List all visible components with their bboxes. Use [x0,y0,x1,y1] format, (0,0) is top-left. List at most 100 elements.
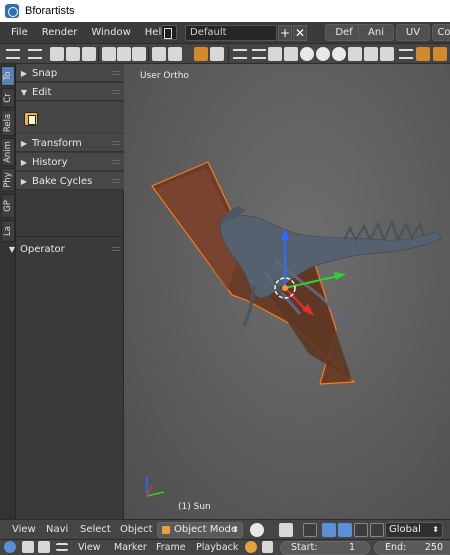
menu-frame[interactable]: Frame [156,540,186,555]
join-tool-icon[interactable] [24,112,38,126]
render-icon[interactable] [194,47,208,61]
translate-icon[interactable] [322,523,336,537]
grid-icon[interactable] [380,47,394,61]
cone-icon[interactable] [348,47,362,61]
tab-grease-pencil[interactable]: GP [1,194,15,218]
scene-svg [146,161,443,497]
panel-operator[interactable]: ▼ Operator [4,240,124,258]
clock-icon[interactable] [245,541,257,553]
start-frame-value: 1 [348,542,355,553]
editor-type-icon[interactable] [4,541,16,553]
frame-icon[interactable] [416,47,430,61]
menu-icon[interactable] [233,49,247,59]
drag-grip-icon[interactable] [112,179,120,183]
orientation-label: Global [389,524,421,535]
menu-icon[interactable] [399,49,413,59]
timeline-menu-icon[interactable] [56,543,68,551]
transform-orientation-dropdown[interactable]: Global ⬍ [385,522,443,538]
wireframe-icon[interactable] [284,47,298,61]
collapsed-triangle-icon: ▶ [20,68,28,78]
lock-icon[interactable] [262,541,273,553]
menu-navi[interactable]: Navi [46,520,68,540]
cube-icon[interactable] [268,47,282,61]
remove-layout-button[interactable]: ✕ [293,25,307,41]
panel-transform[interactable]: ▶ Transform [16,134,124,152]
panel-snap[interactable]: ▶ Snap [16,64,124,82]
workspace-tab-uv[interactable]: UV [396,24,430,41]
append-icon[interactable] [168,47,182,61]
menu-icon[interactable] [6,49,20,59]
panel-history[interactable]: ▶ History [16,153,124,171]
3d-viewport[interactable]: User Ortho (1) Sun [124,64,450,519]
folder-icon[interactable] [82,47,96,61]
tab-create[interactable]: Cr [1,88,15,108]
rotate-icon[interactable] [338,523,352,537]
shading-ball-icon[interactable] [250,523,264,537]
menu-marker[interactable]: Marker [114,540,147,555]
drag-grip-icon[interactable] [112,247,120,251]
screen-layout-field[interactable]: Default [185,25,277,41]
workspace-tab-ani[interactable]: Ani [358,24,394,41]
workspace-tab-co[interactable]: Co [432,24,450,41]
export-icon[interactable] [132,47,146,61]
panel-label-history: History [32,156,68,168]
panel-label-transform: Transform [32,137,82,149]
drag-grip-icon[interactable] [112,71,120,75]
menu-window[interactable]: Window [84,22,137,44]
drag-grip-icon[interactable] [112,160,120,164]
tab-layers[interactable]: La [1,220,15,242]
expanded-triangle-icon: ▼ [8,244,16,254]
expanded-triangle-icon: ▼ [20,87,28,97]
tab-animation[interactable]: Anim [1,138,15,166]
add-layout-button[interactable]: + [278,25,292,41]
render-animation-icon[interactable] [210,47,224,61]
scale-icon[interactable] [354,523,368,537]
end-frame-field[interactable]: End: 250 [374,541,450,555]
panel-label-bake-cycles: Bake Cycles [32,175,93,187]
tab-physics[interactable]: Phy [1,168,15,192]
operator-divider [16,236,124,237]
tab-tools[interactable]: To [1,66,15,86]
end-frame-value: 250 [424,542,443,553]
manipulator-toggle-icon[interactable] [303,523,317,537]
save-icon[interactable] [102,47,116,61]
menu-render[interactable]: Render [35,22,85,44]
tab-relations[interactable]: Rela [1,110,15,136]
camera-icon[interactable] [364,47,378,61]
solid-shading-icon[interactable] [300,47,314,61]
active-object-label: (1) Sun [178,502,211,512]
material-shading-icon[interactable] [316,47,330,61]
dragon-spines [343,219,425,243]
menu-view[interactable]: View [12,520,36,540]
panel-label-operator: Operator [20,243,65,255]
transform-mode-icon[interactable] [370,523,384,537]
menu-file[interactable]: File [4,22,35,44]
keying-set-icon[interactable] [22,541,34,553]
keyframe-icon[interactable] [433,47,447,61]
rendered-shading-icon[interactable] [332,47,346,61]
link-icon[interactable] [152,47,166,61]
new-file-icon[interactable] [50,47,64,61]
open-file-icon[interactable] [66,47,80,61]
window-title: Bforartists [25,5,75,17]
import-icon[interactable] [117,47,131,61]
tool-tab-strip: To Cr Rela Anim Phy GP La [0,64,16,519]
object-mode-dropdown[interactable]: Object Mode ⬍ [157,522,243,538]
auto-key-icon[interactable] [38,541,50,553]
start-frame-field[interactable]: Start: 1 [280,541,370,555]
panel-bake-cycles[interactable]: ▶ Bake Cycles [16,172,124,190]
toolbar-separator [98,46,99,62]
y-axis-arrow-icon[interactable] [334,272,346,280]
menu-timeline-view[interactable]: View [78,540,101,555]
drag-grip-icon[interactable] [112,90,120,94]
screen-layout-picker[interactable] [161,25,177,40]
list-menu-icon[interactable] [28,49,42,59]
drag-grip-icon[interactable] [112,141,120,145]
tool-shelf: ▶ Snap ▼ Edit ▶ Transform ▶ History ▶ Ba… [9,64,124,519]
list-menu-icon[interactable] [252,49,266,59]
pivot-point-icon[interactable] [279,523,293,537]
menu-object[interactable]: Object [120,520,153,540]
menu-select[interactable]: Select [80,520,111,540]
panel-edit[interactable]: ▼ Edit [16,83,124,101]
menu-playback[interactable]: Playback [196,540,238,555]
